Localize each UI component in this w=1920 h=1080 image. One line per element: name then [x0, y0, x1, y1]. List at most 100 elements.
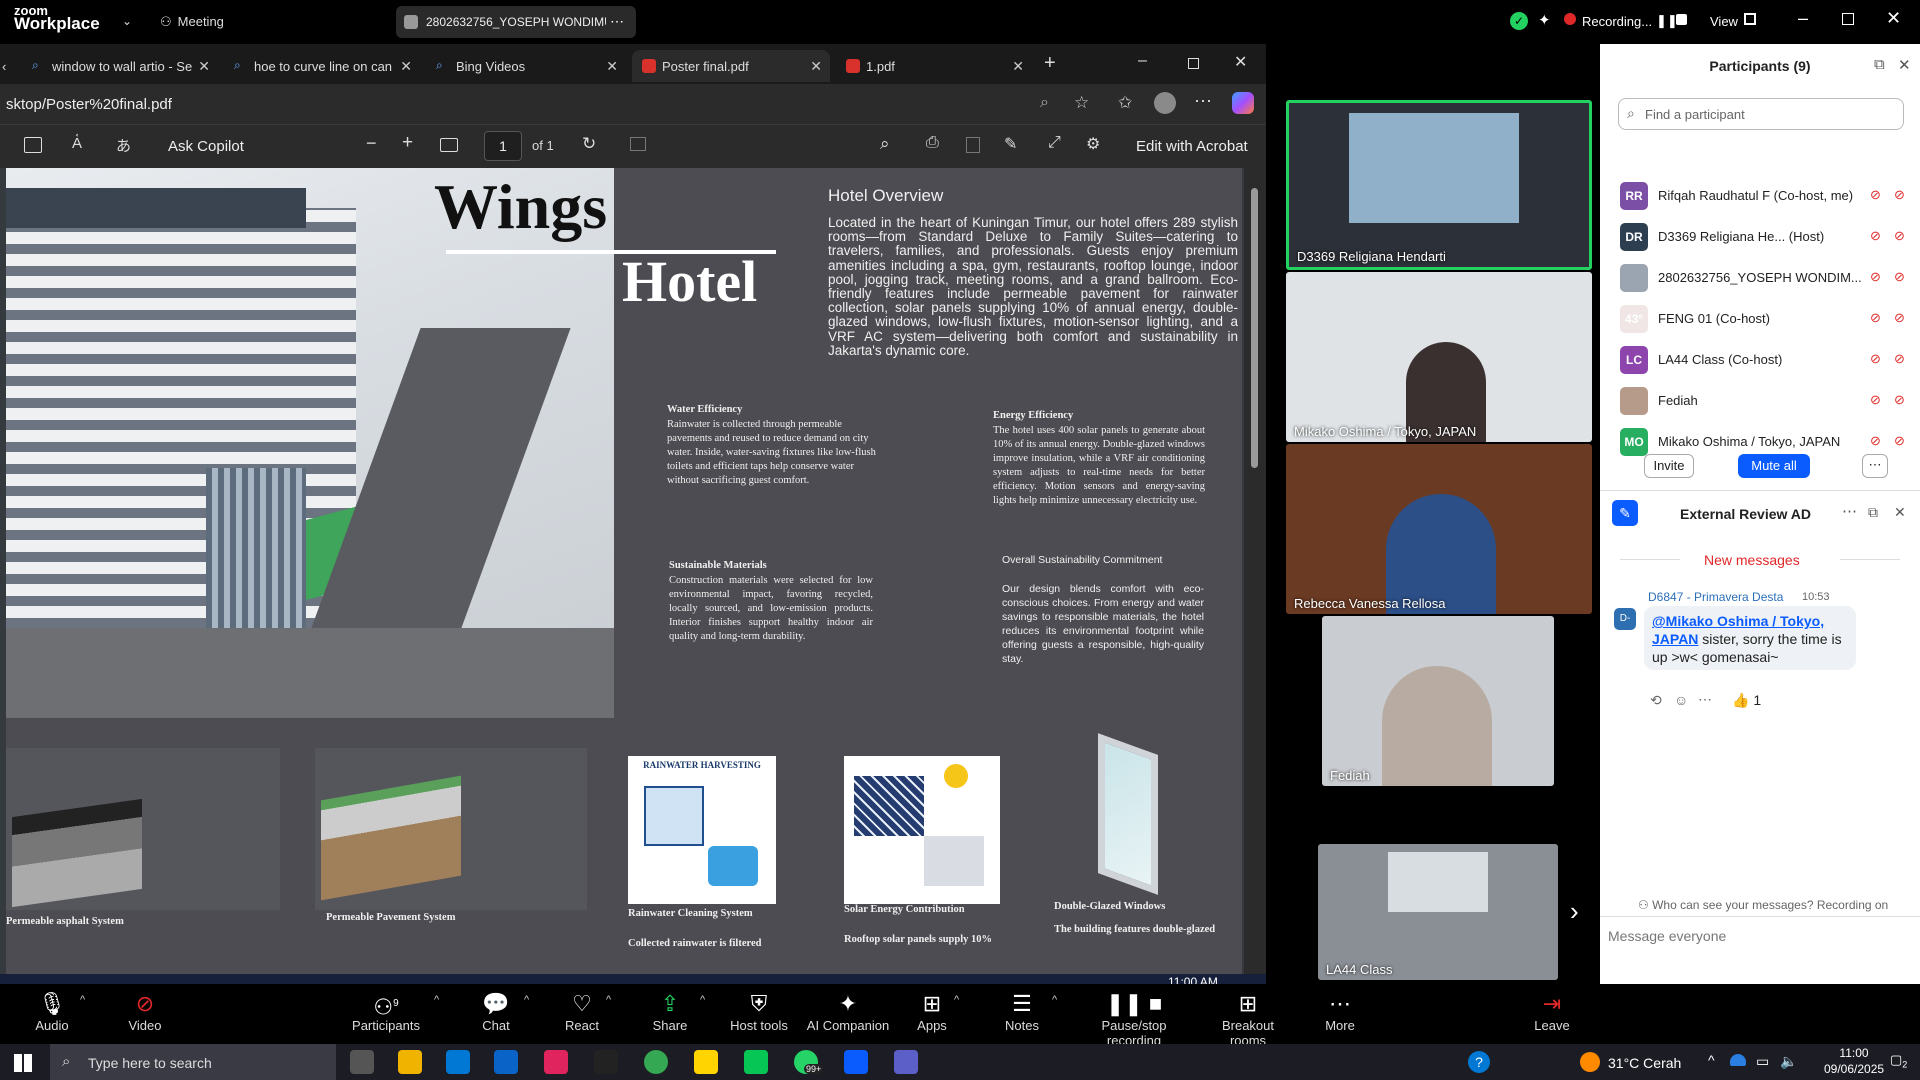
leave-button[interactable]: ⇥ Leave	[1532, 990, 1572, 1033]
network-icon[interactable]: ▭	[1756, 1053, 1769, 1070]
page-number-input[interactable]: 1	[484, 131, 522, 161]
chevron-down-icon[interactable]: ⌄	[122, 14, 132, 28]
muted-mic-icon[interactable]: ⊘	[1870, 269, 1881, 285]
video-off-icon[interactable]: ⊘	[1894, 351, 1905, 367]
tab-poster-pdf[interactable]: Poster final.pdf ✕	[632, 50, 830, 82]
video-off-icon[interactable]: ⊘	[1894, 392, 1905, 408]
chevron-up-icon[interactable]: ^	[434, 994, 439, 1006]
zoom-in-icon[interactable]: +	[402, 132, 413, 154]
help-icon[interactable]: ?	[1468, 1051, 1490, 1073]
muted-mic-icon[interactable]: ⊘	[1870, 433, 1881, 449]
who-can-see-link[interactable]: ⚇ Who can see your messages? Recording o…	[1638, 898, 1888, 912]
ask-copilot-button[interactable]: Ask Copilot	[168, 138, 244, 155]
tab-curve-search[interactable]: ⌕ hoe to curve line on can ✕	[224, 50, 420, 82]
sticky-notes-icon[interactable]	[694, 1050, 718, 1074]
participant-search[interactable]: ⌕ Find a participant	[1618, 98, 1904, 130]
apps-button[interactable]: ⊞ Apps	[910, 990, 954, 1033]
line-icon[interactable]	[744, 1050, 768, 1074]
view-menu[interactable]: View	[1710, 14, 1738, 29]
pdf-scrollbar[interactable]	[1244, 168, 1266, 1028]
chevron-up-icon[interactable]: ^	[606, 994, 611, 1006]
video-tile-mikako[interactable]: Mikako Oshima / Tokyo, JAPAN	[1286, 272, 1592, 442]
translate-icon[interactable]: あ	[116, 135, 131, 156]
ai-companion-button[interactable]: ✦ AI Companion	[804, 990, 892, 1033]
save-icon[interactable]	[966, 137, 980, 153]
participant-row[interactable]: 43° FENG 01 (Co-host) ⊘ ⊘	[1620, 299, 1910, 339]
thumbs-up-reaction[interactable]: 👍 1	[1732, 692, 1761, 709]
video-button[interactable]: ⊘ Video	[120, 990, 170, 1033]
chrome-icon[interactable]	[644, 1050, 668, 1074]
pause-recording-icon[interactable]: ❚❚	[1656, 13, 1678, 29]
muted-mic-icon[interactable]: ⊘	[1870, 187, 1881, 203]
participants-button[interactable]: ⚇9 Participants	[346, 990, 426, 1033]
ai-sparkle-icon[interactable]: ✦	[1538, 11, 1551, 29]
more-button[interactable]: ⋯ More	[1320, 990, 1360, 1033]
invite-button[interactable]: Invite	[1644, 454, 1694, 478]
chevron-up-icon[interactable]: ^	[80, 994, 85, 1006]
teams-icon[interactable]	[894, 1050, 918, 1074]
reply-icon[interactable]: ⟲	[1650, 692, 1662, 709]
video-off-icon[interactable]: ⊘	[1894, 269, 1905, 285]
close-tab-icon[interactable]: ✕	[400, 58, 412, 75]
minimize-icon[interactable]: –	[1138, 52, 1147, 70]
favorite-star-icon[interactable]: ☆	[1074, 93, 1089, 113]
more-options-button[interactable]: ⋯	[1862, 454, 1888, 478]
volume-icon[interactable]: 🔈	[1780, 1053, 1797, 1070]
video-tile-la44-class[interactable]: LA44 Class	[1318, 844, 1558, 980]
notes-button[interactable]: ☰ Notes	[1000, 990, 1044, 1033]
windows-start-icon[interactable]	[14, 1054, 32, 1072]
react-button[interactable]: ♡ React	[560, 990, 604, 1033]
video-off-icon[interactable]: ⊘	[1894, 433, 1905, 449]
taskbar-clock[interactable]: 11:00	[1824, 1046, 1884, 1060]
minimize-icon[interactable]: –	[1798, 8, 1808, 29]
fit-page-icon[interactable]	[440, 138, 458, 152]
mute-all-button[interactable]: Mute all	[1738, 454, 1810, 478]
chevron-up-icon[interactable]: ^	[524, 994, 529, 1006]
host-tools-button[interactable]: ⛨ Host tools	[726, 990, 792, 1033]
maximize-icon[interactable]	[1842, 13, 1854, 25]
shield-check-icon[interactable]: ✓	[1510, 12, 1528, 30]
muted-mic-icon[interactable]: ⊘	[1870, 351, 1881, 367]
taskbar-date[interactable]: 09/06/2025	[1824, 1062, 1884, 1076]
two-page-icon[interactable]	[630, 137, 646, 151]
participant-row[interactable]: RR Rifqah Raudhatul F (Co-host, me) ⊘ ⊘	[1620, 176, 1910, 216]
url-field[interactable]: sktop/Poster%20final.pdf	[6, 96, 172, 113]
zoom-out-icon[interactable]: −	[366, 133, 377, 154]
rotate-icon[interactable]: ↻	[582, 134, 596, 154]
mail-icon[interactable]	[494, 1050, 518, 1074]
chevron-up-icon[interactable]: ^	[1708, 1052, 1715, 1068]
fullscreen-icon[interactable]: ⤢	[1048, 134, 1061, 152]
file-explorer-icon[interactable]	[398, 1050, 422, 1074]
muted-mic-icon[interactable]: ⊘	[1870, 228, 1881, 244]
chevron-up-icon[interactable]: ^	[700, 994, 705, 1006]
read-aloud-icon[interactable]: A᷾	[72, 135, 82, 152]
video-tile-rebecca[interactable]: Rebecca Vanessa Rellosa	[1286, 444, 1592, 614]
next-page-chevron-icon[interactable]: ›	[1570, 896, 1579, 927]
notification-center-icon[interactable]: ▢2	[1890, 1052, 1907, 1070]
tab-scroll-left-icon[interactable]: ‹	[0, 50, 10, 82]
tab-1-pdf[interactable]: 1.pdf ✕	[836, 50, 1032, 82]
participant-row[interactable]: 2802632756_YOSEPH WONDIM... ⊘ ⊘	[1620, 258, 1910, 298]
chat-input[interactable]: Message everyone	[1608, 928, 1726, 944]
favorites-icon[interactable]: ✩	[1118, 93, 1132, 113]
zoom-icon[interactable]: ⌕	[1040, 94, 1049, 112]
more-icon[interactable]: ⋯	[1194, 91, 1212, 112]
close-window-icon[interactable]: ✕	[1234, 52, 1247, 72]
popout-icon[interactable]: ⧉	[1874, 56, 1885, 73]
stop-recording-icon[interactable]	[1676, 14, 1687, 25]
popout-icon[interactable]: ⧉	[1868, 504, 1878, 521]
more-icon[interactable]: ⋯	[610, 13, 624, 30]
video-off-icon[interactable]: ⊘	[1894, 310, 1905, 326]
draw-icon[interactable]: ✎	[1004, 134, 1017, 154]
restore-icon[interactable]	[1188, 58, 1199, 69]
more-icon[interactable]: ⋯	[1842, 502, 1857, 520]
close-icon[interactable]: ✕	[1894, 504, 1906, 521]
music-icon[interactable]	[544, 1050, 568, 1074]
breakout-rooms-button[interactable]: ⊞ Breakout rooms	[1204, 990, 1292, 1048]
chat-button[interactable]: 💬 Chat	[476, 990, 516, 1033]
close-tab-icon[interactable]: ✕	[198, 58, 210, 75]
participant-row[interactable]: Fediah ⊘ ⊘	[1620, 381, 1910, 421]
video-off-icon[interactable]: ⊘	[1894, 228, 1905, 244]
video-tile-fediah[interactable]: Fediah	[1322, 616, 1554, 786]
close-tab-icon[interactable]: ✕	[1012, 58, 1024, 75]
